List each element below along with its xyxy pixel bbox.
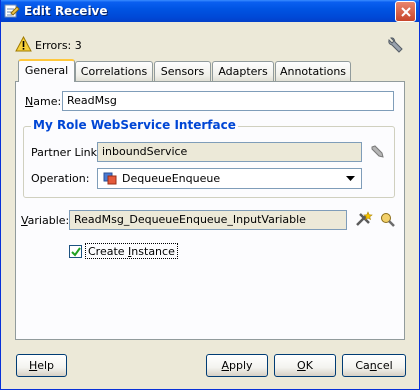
wrench-icon[interactable] bbox=[387, 36, 405, 54]
operation-label: Operation: bbox=[31, 172, 90, 185]
tab-general-label: General bbox=[24, 64, 69, 77]
tab-general[interactable]: General bbox=[18, 59, 75, 82]
checkmark-icon bbox=[71, 247, 81, 257]
title-bar[interactable]: Edit Receive bbox=[1, 0, 419, 22]
operation-icon bbox=[103, 172, 117, 185]
tab-correlations-label: Correlations bbox=[80, 65, 148, 78]
cancel-button[interactable]: Cancel bbox=[342, 354, 406, 377]
chevron-down-icon bbox=[346, 176, 355, 181]
close-icon bbox=[401, 7, 411, 17]
edit-receive-dialog: Edit Receive Errors: 3 General Correlati… bbox=[0, 0, 420, 390]
tab-correlations[interactable]: Correlations bbox=[75, 61, 153, 81]
partner-link-field[interactable]: inboundService bbox=[97, 142, 362, 162]
app-icon bbox=[4, 3, 20, 19]
window-title: Edit Receive bbox=[24, 4, 108, 18]
group-title: My Role WebService Interface bbox=[31, 118, 238, 132]
partner-link-browse-icon[interactable] bbox=[369, 143, 387, 161]
name-label: Name: bbox=[25, 95, 62, 108]
tab-sensors[interactable]: Sensors bbox=[154, 61, 211, 81]
create-instance-checkbox[interactable] bbox=[69, 245, 82, 258]
variable-field[interactable]: ReadMsg_DequeueEnqueue_InputVariable bbox=[69, 210, 347, 230]
operation-selected: DequeueEnqueue bbox=[122, 172, 221, 185]
errors-count-text: Errors: 3 bbox=[35, 39, 82, 52]
tab-sensors-label: Sensors bbox=[160, 65, 205, 78]
apply-button[interactable]: Apply bbox=[206, 354, 268, 377]
browse-variable-icon[interactable] bbox=[379, 211, 397, 229]
partner-link-label: Partner Link: bbox=[31, 146, 101, 159]
ok-button[interactable]: OK bbox=[274, 354, 336, 377]
name-input[interactable]: ReadMsg bbox=[62, 91, 394, 111]
close-button[interactable] bbox=[395, 1, 416, 22]
tab-annotations-label: Annotations bbox=[279, 65, 347, 78]
operation-dropdown[interactable]: DequeueEnqueue bbox=[97, 168, 362, 189]
tab-annotations[interactable]: Annotations bbox=[275, 61, 351, 81]
warning-icon bbox=[15, 36, 32, 52]
tab-adapters[interactable]: Adapters bbox=[212, 61, 274, 81]
create-variable-icon[interactable] bbox=[355, 211, 373, 229]
variable-label: Variable: bbox=[21, 214, 70, 227]
help-button[interactable]: Help bbox=[16, 354, 67, 377]
tab-adapters-label: Adapters bbox=[218, 65, 268, 78]
create-instance-label[interactable]: Create Instance bbox=[85, 243, 178, 259]
